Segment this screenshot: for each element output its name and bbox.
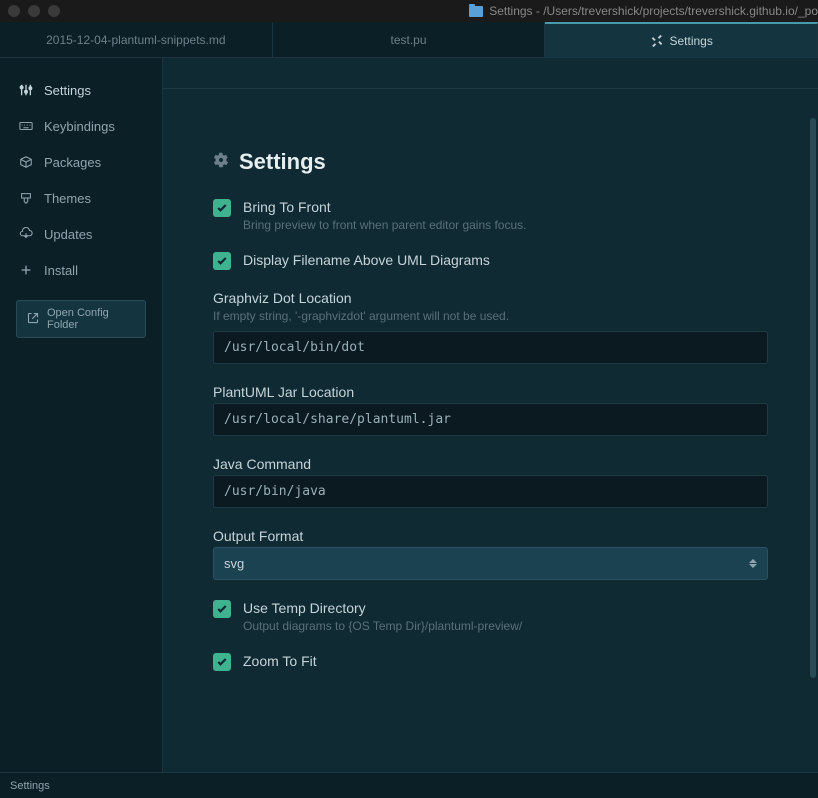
sidebar-item-label: Themes <box>44 191 91 206</box>
keyboard-icon <box>18 118 34 134</box>
tab-file-2[interactable]: test.pu <box>273 22 546 57</box>
setting-use-temp: Use Temp Directory Output diagrams to {O… <box>213 600 768 633</box>
open-config-label: Open Config Folder <box>47 307 135 331</box>
package-icon <box>18 154 34 170</box>
statusbar: Settings <box>0 772 818 798</box>
cloud-icon <box>18 226 34 242</box>
tab-settings[interactable]: Settings <box>545 22 818 57</box>
plantuml-jar-input[interactable] <box>213 403 768 436</box>
select-arrows-icon <box>749 559 757 568</box>
paint-icon <box>18 190 34 206</box>
sidebar: Settings Keybindings Packages Themes Upd… <box>0 58 163 772</box>
sidebar-item-label: Keybindings <box>44 119 115 134</box>
external-link-icon <box>27 312 39 327</box>
scrollbar[interactable] <box>810 118 816 758</box>
titlebar: Settings - /Users/trevershick/projects/t… <box>0 0 818 22</box>
sidebar-item-label: Settings <box>44 83 91 98</box>
tab-file-1[interactable]: 2015-12-04-plantuml-snippets.md <box>0 22 273 57</box>
setting-output-format: Output Format svg <box>213 528 768 580</box>
sidebar-item-keybindings[interactable]: Keybindings <box>0 108 162 144</box>
section-header-settings: Settings <box>213 149 768 175</box>
sidebar-item-themes[interactable]: Themes <box>0 180 162 216</box>
checkbox-label: Display Filename Above UML Diagrams <box>243 252 768 268</box>
setting-plantuml-jar: PlantUML Jar Location <box>213 384 768 436</box>
graphviz-input[interactable] <box>213 331 768 364</box>
plus-icon <box>18 262 34 278</box>
folder-icon <box>469 6 483 17</box>
scrollbar-thumb[interactable] <box>810 118 816 678</box>
checkbox-label: Use Temp Directory <box>243 600 768 616</box>
field-label: Java Command <box>213 456 768 472</box>
tabs-bar: 2015-12-04-plantuml-snippets.md test.pu … <box>0 22 818 58</box>
checkbox-desc: Output diagrams to {OS Temp Dir}/plantum… <box>243 619 768 633</box>
main-container: Settings Keybindings Packages Themes Upd… <box>0 58 818 772</box>
maximize-window-button[interactable] <box>48 5 60 17</box>
select-value: svg <box>224 556 244 571</box>
checkbox-bring-to-front[interactable] <box>213 199 231 217</box>
checkbox-display-filename[interactable] <box>213 252 231 270</box>
setting-display-filename: Display Filename Above UML Diagrams <box>213 252 768 270</box>
checkbox-label: Bring To Front <box>243 199 768 215</box>
setting-graphviz-location: Graphviz Dot Location If empty string, '… <box>213 290 768 364</box>
close-window-button[interactable] <box>8 5 20 17</box>
content-area: Settings Bring To Front Bring preview to… <box>163 58 818 772</box>
setting-java-command: Java Command <box>213 456 768 508</box>
sidebar-item-label: Updates <box>44 227 92 242</box>
sidebar-item-label: Packages <box>44 155 101 170</box>
field-label: Graphviz Dot Location <box>213 290 768 306</box>
window-title: Settings - /Users/trevershick/projects/t… <box>469 4 818 18</box>
sidebar-item-settings[interactable]: Settings <box>0 72 162 108</box>
open-config-folder-button[interactable]: Open Config Folder <box>16 300 146 338</box>
output-format-select[interactable]: svg <box>213 547 768 580</box>
field-desc: If empty string, '-graphvizdot' argument… <box>213 309 768 323</box>
sidebar-item-install[interactable]: Install <box>0 252 162 288</box>
checkbox-zoom-fit[interactable] <box>213 653 231 671</box>
checkbox-use-temp[interactable] <box>213 600 231 618</box>
sidebar-item-updates[interactable]: Updates <box>0 216 162 252</box>
section-title: Settings <box>239 149 326 175</box>
tab-label: Settings <box>670 34 713 48</box>
checkbox-desc: Bring preview to front when parent edito… <box>243 218 768 232</box>
tools-icon <box>650 34 664 48</box>
tab-label: test.pu <box>390 33 426 47</box>
tab-label: 2015-12-04-plantuml-snippets.md <box>46 33 225 47</box>
gear-icon <box>213 152 229 173</box>
field-label: PlantUML Jar Location <box>213 384 768 400</box>
traffic-lights <box>8 5 60 17</box>
field-label: Output Format <box>213 528 768 544</box>
sidebar-item-label: Install <box>44 263 78 278</box>
checkbox-label: Zoom To Fit <box>243 653 768 669</box>
statusbar-text: Settings <box>10 780 50 792</box>
java-command-input[interactable] <box>213 475 768 508</box>
window-title-text: Settings - /Users/trevershick/projects/t… <box>489 4 818 18</box>
sliders-icon <box>18 82 34 98</box>
setting-zoom-fit: Zoom To Fit <box>213 653 768 671</box>
sidebar-item-packages[interactable]: Packages <box>0 144 162 180</box>
setting-bring-to-front: Bring To Front Bring preview to front wh… <box>213 199 768 232</box>
minimize-window-button[interactable] <box>28 5 40 17</box>
